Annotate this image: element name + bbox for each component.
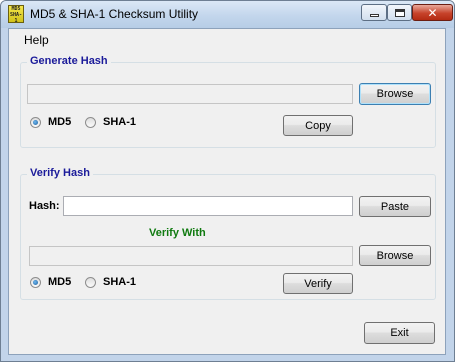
verify-sha1-option[interactable]: SHA-1 (85, 276, 136, 288)
hash-label: Hash: (29, 200, 60, 212)
hash-input[interactable] (63, 196, 353, 216)
client-area: Help Generate Hash Browse MD5 SHA-1 Copy… (8, 28, 446, 355)
generate-sha1-radio[interactable] (85, 116, 96, 128)
generate-md5-radio[interactable] (30, 116, 41, 128)
verify-browse-button[interactable]: Browse (359, 245, 431, 266)
paste-button[interactable]: Paste (359, 196, 431, 217)
title-bar[interactable]: MD5 SHA-1 MD5 & SHA-1 Checksum Utility ✕ (1, 1, 454, 28)
generate-md5-option[interactable]: MD5 (30, 116, 71, 128)
minimize-icon (369, 14, 379, 17)
generate-hash-group: Generate Hash Browse MD5 SHA-1 Copy (20, 55, 436, 148)
exit-button[interactable]: Exit (364, 322, 435, 344)
menu-help[interactable]: Help (24, 33, 49, 47)
generate-browse-button[interactable]: Browse (359, 83, 431, 105)
verify-hash-title: Verify Hash (27, 167, 93, 179)
verify-sha1-label: SHA-1 (103, 276, 137, 288)
verify-hash-group: Verify Hash Hash: Paste Verify With Brow… (20, 167, 436, 300)
app-icon: MD5 SHA-1 (8, 5, 24, 23)
verify-with-label: Verify With (149, 227, 206, 239)
generate-md5-label: MD5 (48, 116, 72, 128)
maximize-button[interactable] (387, 4, 412, 21)
verify-md5-option[interactable]: MD5 (30, 276, 71, 288)
menu-bar: Help (9, 29, 445, 49)
verify-md5-radio[interactable] (30, 276, 41, 288)
verify-button[interactable]: Verify (283, 273, 353, 294)
verify-sha1-radio[interactable] (85, 276, 96, 288)
copy-button[interactable]: Copy (283, 115, 353, 136)
generate-file-path-input[interactable] (27, 84, 353, 104)
verify-md5-label: MD5 (48, 276, 72, 288)
minimize-button[interactable] (361, 4, 387, 21)
maximize-icon (394, 8, 405, 17)
close-icon: ✕ (427, 5, 438, 20)
window-title: MD5 & SHA-1 Checksum Utility (30, 7, 199, 21)
generate-sha1-option[interactable]: SHA-1 (85, 116, 136, 128)
app-window: MD5 SHA-1 MD5 & SHA-1 Checksum Utility ✕… (0, 0, 455, 362)
generate-hash-title: Generate Hash (27, 55, 111, 67)
generate-sha1-label: SHA-1 (103, 116, 137, 128)
close-button[interactable]: ✕ (412, 4, 453, 21)
verify-file-path-input[interactable] (29, 246, 353, 266)
